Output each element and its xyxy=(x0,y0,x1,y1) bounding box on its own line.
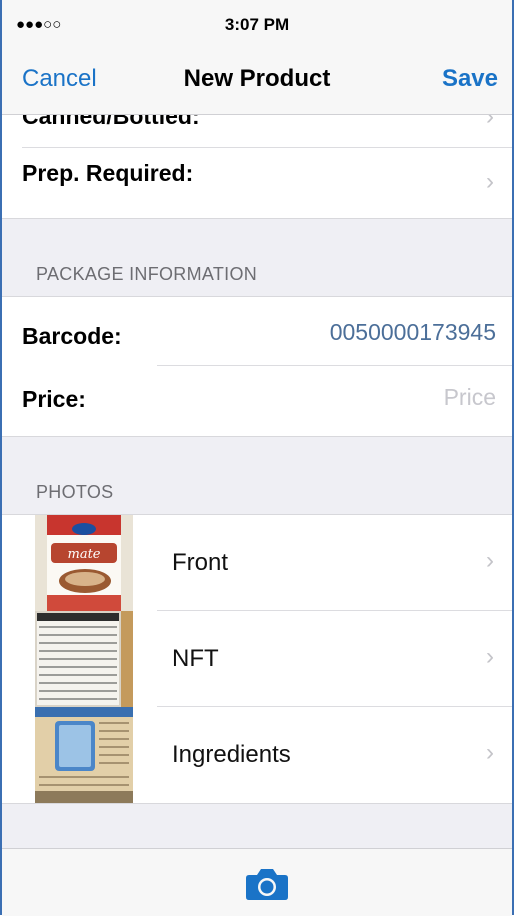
bottom-toolbar xyxy=(2,848,512,916)
price-label: Price: xyxy=(22,386,86,412)
package-information-header: PACKAGE INFORMATION xyxy=(2,219,512,297)
price-row[interactable]: Price: Price xyxy=(2,366,512,437)
chevron-right-icon: › xyxy=(486,115,494,130)
barcode-value[interactable]: 0050000173945 xyxy=(330,319,496,346)
photo-row-ingredients[interactable]: Ingredients › xyxy=(2,707,512,804)
photo-label: NFT xyxy=(172,645,219,672)
barcode-row[interactable]: Barcode: 0050000173945 xyxy=(2,297,512,366)
navigation-bar: Cancel New Product Save xyxy=(2,44,512,115)
chevron-right-icon: › xyxy=(486,547,494,574)
barcode-label: Barcode: xyxy=(22,323,122,349)
svg-text:mate: mate xyxy=(68,547,101,562)
canned-bottled-row[interactable]: Canned/Bottled: › xyxy=(2,115,512,148)
prep-required-label: Prep. Required: xyxy=(22,160,194,186)
status-bar: ●●●○○ 3:07 PM xyxy=(2,0,512,44)
cancel-button[interactable]: Cancel xyxy=(22,65,97,93)
prep-required-row[interactable]: Prep. Required: › xyxy=(2,148,512,219)
phone-frame: ●●●○○ 3:07 PM Cancel New Product Save Ca… xyxy=(0,0,514,916)
photos-header: PHOTOS xyxy=(2,437,512,515)
photo-row-nft[interactable]: NFT › xyxy=(2,611,512,707)
front-photo-thumbnail[interactable]: mate xyxy=(35,515,133,611)
form-content[interactable]: Canned/Bottled: › Prep. Required: › PACK… xyxy=(2,115,512,848)
nft-photo-thumbnail[interactable] xyxy=(35,611,133,707)
package-information-title: PACKAGE INFORMATION xyxy=(36,264,258,284)
photo-label: Ingredients xyxy=(172,741,291,768)
status-time: 3:07 PM xyxy=(224,15,290,34)
price-input[interactable]: Price xyxy=(444,384,496,411)
chevron-right-icon: › xyxy=(486,168,494,195)
save-button[interactable]: Save xyxy=(442,65,498,93)
canned-bottled-label: Canned/Bottled: xyxy=(22,115,200,129)
photos-title: PHOTOS xyxy=(36,482,114,502)
chevron-right-icon: › xyxy=(486,643,494,670)
chevron-right-icon: › xyxy=(486,739,494,766)
photo-label: Front xyxy=(172,549,229,576)
camera-icon[interactable] xyxy=(245,867,289,901)
photo-row-front[interactable]: mate Front › xyxy=(2,515,512,611)
ingredients-photo-thumbnail[interactable] xyxy=(35,707,133,803)
